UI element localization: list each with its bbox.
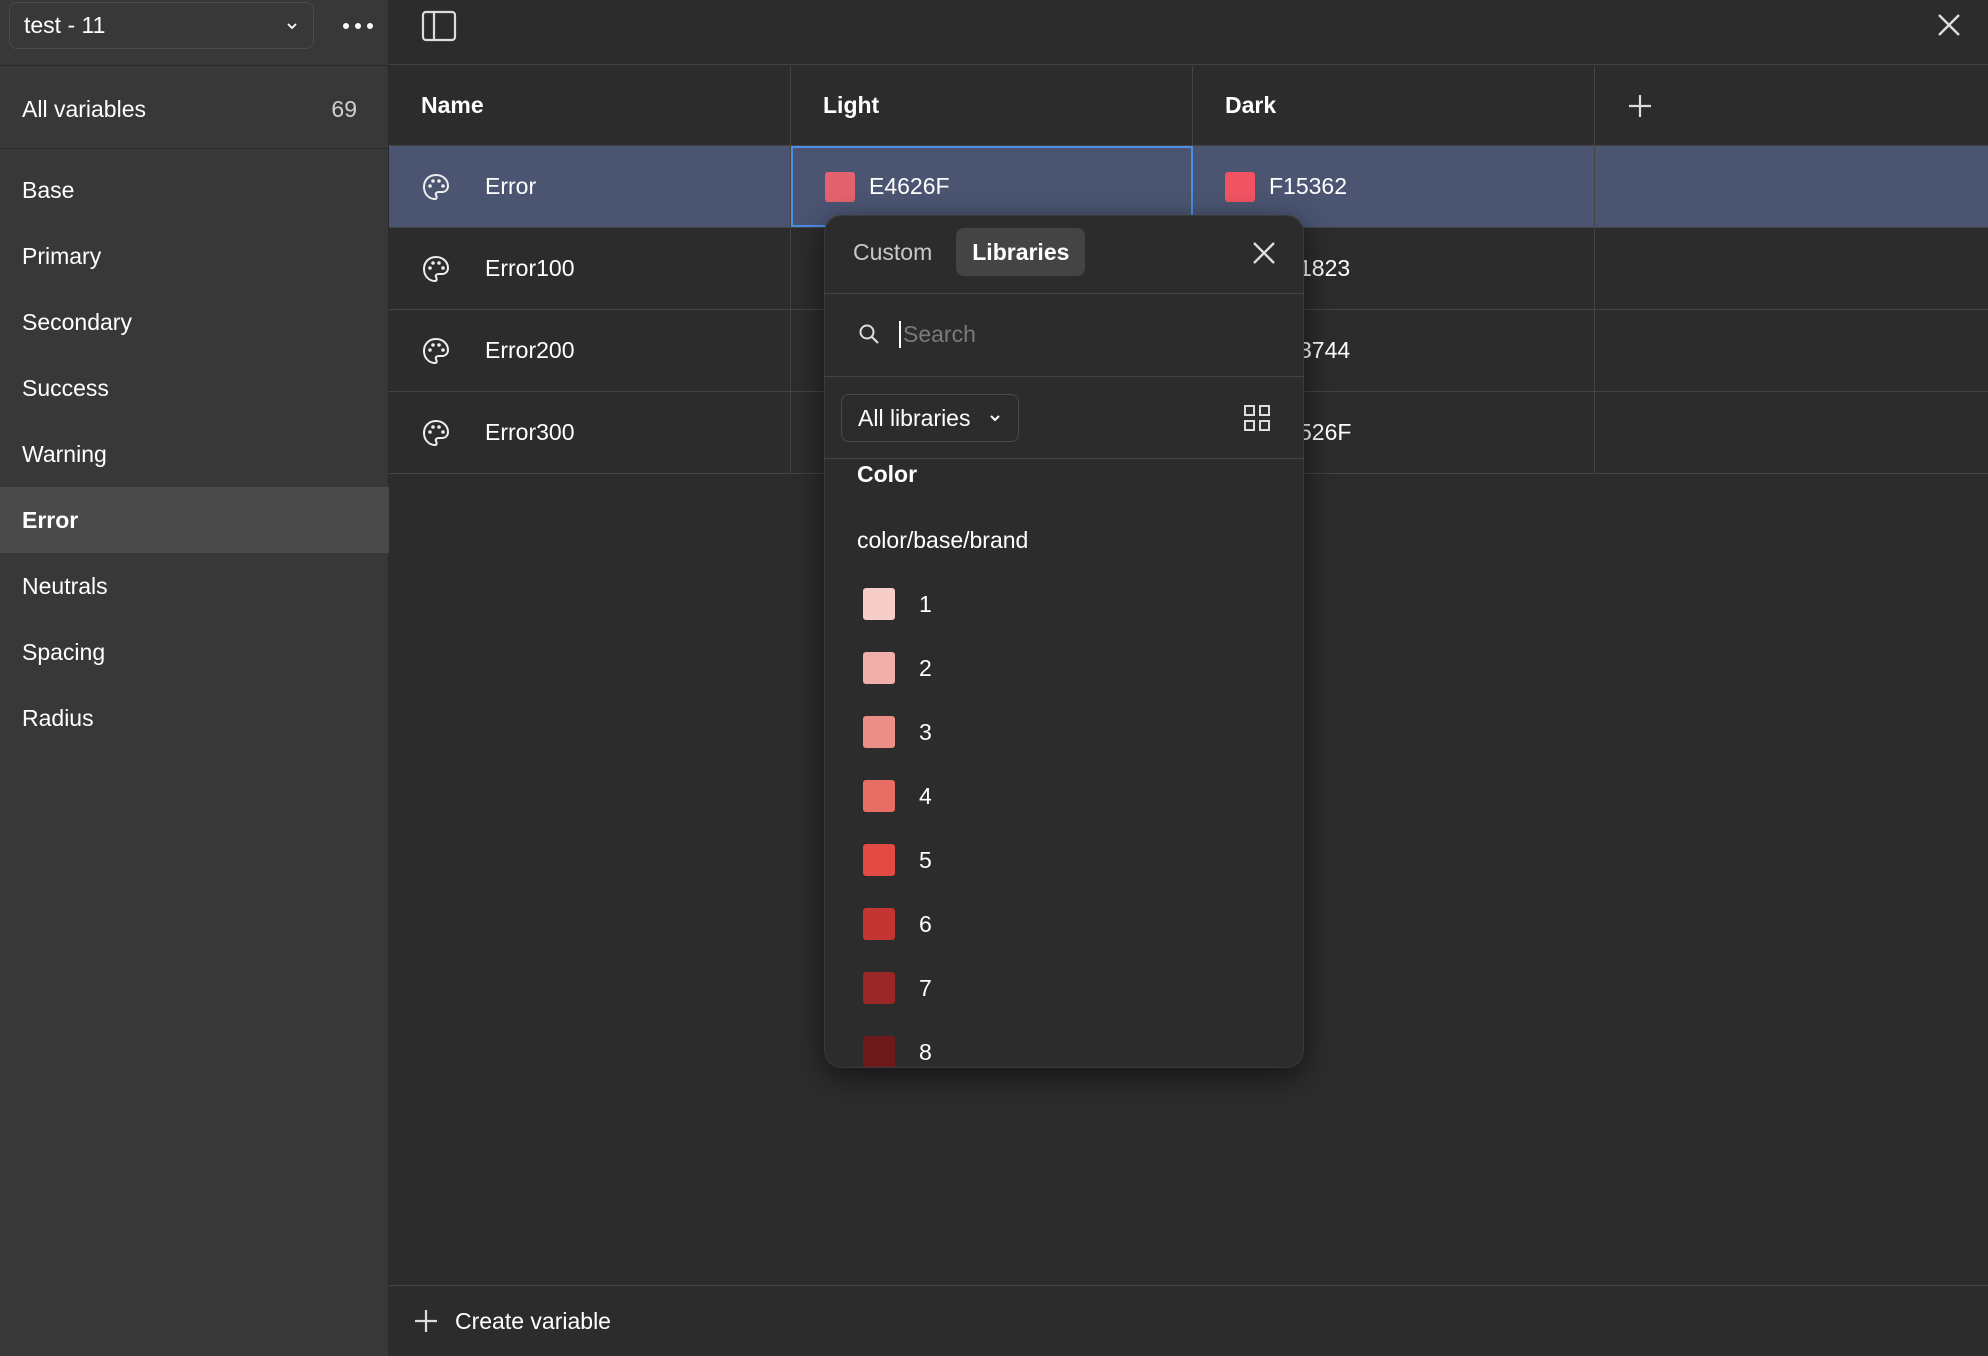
sidebar-item-primary[interactable]: Primary <box>0 223 389 289</box>
all-variables-item[interactable]: All variables 69 <box>0 84 389 134</box>
plus-icon <box>1629 94 1651 117</box>
search-bar <box>857 312 1277 356</box>
color-option[interactable]: 6 <box>825 892 1303 956</box>
all-variables-label: All variables <box>22 95 146 122</box>
sidebar-item-spacing[interactable]: Spacing <box>0 619 389 685</box>
color-list: Color color/base/brand 1 2 3 4 5 6 7 8 <box>825 458 1303 1067</box>
divider <box>0 148 389 149</box>
variable-name: Error300 <box>485 419 575 445</box>
palette-icon <box>422 337 450 364</box>
library-filter-label: All libraries <box>858 404 971 431</box>
section-title: Color <box>857 460 918 487</box>
library-filter-dropdown[interactable]: All libraries <box>841 394 1020 442</box>
color-option-label: 8 <box>919 1038 932 1065</box>
color-option-label: 5 <box>919 846 932 873</box>
color-option[interactable]: 5 <box>825 828 1303 892</box>
empty-cell <box>1595 310 1988 391</box>
search-input[interactable] <box>899 320 1259 348</box>
color-picker-popover: Custom Libraries All libraries Color col… <box>824 215 1304 1068</box>
palette-icon <box>422 419 450 446</box>
group-list: Base Primary Secondary Success Warning Error N… <box>0 157 389 751</box>
tab-custom[interactable]: Custom <box>837 228 948 276</box>
sidebar-item-neutrals[interactable]: Neutrals <box>0 553 389 619</box>
more-icon <box>343 23 373 29</box>
search-icon <box>859 324 879 344</box>
chevron-down-icon <box>287 22 297 29</box>
color-option-label: 7 <box>919 974 932 1001</box>
collection-name: test - 11 <box>24 12 106 38</box>
palette-icon <box>422 255 450 282</box>
variable-name: Error100 <box>485 255 575 281</box>
close-icon[interactable] <box>1251 240 1277 266</box>
create-variable-button[interactable]: Create variable <box>389 1285 1988 1356</box>
close-icon[interactable] <box>1934 10 1964 40</box>
color-swatch <box>863 716 895 748</box>
dark-value: F15362 <box>1269 173 1348 199</box>
color-swatch <box>863 780 895 812</box>
tab-libraries[interactable]: Libraries <box>956 228 1086 276</box>
empty-cell <box>1595 228 1988 309</box>
name-cell[interactable]: Error200 <box>389 310 791 391</box>
grid-view-icon[interactable] <box>1243 404 1271 432</box>
add-mode-button[interactable] <box>1595 66 1988 145</box>
color-swatch <box>1225 171 1255 202</box>
color-swatch <box>863 908 895 940</box>
name-cell[interactable]: Error100 <box>389 228 791 309</box>
header-light[interactable]: Light <box>791 66 1193 145</box>
name-cell[interactable]: Error300 <box>389 392 791 473</box>
sidebar: test - 11 All variables 69 Base Primary Se… <box>0 0 389 1356</box>
header-name: Name <box>389 66 791 145</box>
dark-value: 3744 <box>1299 337 1351 363</box>
sidebar-item-success[interactable]: Success <box>0 355 389 421</box>
library-path: color/base/brand <box>857 526 1029 553</box>
table-header: Name Light Dark <box>389 66 1988 146</box>
sidebar-toggle-icon[interactable] <box>421 10 457 42</box>
all-variables-count: 69 <box>331 95 357 122</box>
color-items: 1 2 3 4 5 6 7 8 <box>825 572 1303 1067</box>
light-value: E4626F <box>869 173 950 199</box>
empty-cell <box>1595 146 1988 227</box>
color-option-label: 4 <box>919 782 932 809</box>
create-variable-label: Create variable <box>455 1307 611 1334</box>
divider <box>0 65 389 66</box>
color-option-label: 3 <box>919 718 932 745</box>
color-option-label: 6 <box>919 910 932 937</box>
name-cell[interactable]: Error <box>389 146 791 227</box>
more-options-button[interactable] <box>336 10 380 42</box>
sidebar-item-error[interactable]: Error <box>0 487 389 553</box>
color-swatch <box>863 972 895 1004</box>
color-option-label: 2 <box>919 654 932 681</box>
sidebar-item-base[interactable]: Base <box>0 157 389 223</box>
divider <box>825 293 1303 294</box>
color-swatch <box>863 844 895 876</box>
color-option[interactable]: 7 <box>825 956 1303 1020</box>
color-option-label: 1 <box>919 590 932 617</box>
collection-dropdown[interactable]: test - 11 <box>9 2 314 49</box>
plus-icon <box>415 1310 437 1332</box>
sidebar-item-secondary[interactable]: Secondary <box>0 289 389 355</box>
sidebar-item-warning[interactable]: Warning <box>0 421 389 487</box>
color-option[interactable]: 2 <box>825 636 1303 700</box>
sidebar-item-radius[interactable]: Radius <box>0 685 389 751</box>
divider <box>825 376 1303 377</box>
palette-icon <box>422 173 450 200</box>
color-swatch <box>863 588 895 620</box>
color-option[interactable]: 3 <box>825 700 1303 764</box>
variable-name: Error <box>485 173 537 199</box>
color-option[interactable]: 8 <box>825 1020 1303 1067</box>
color-swatch <box>825 171 855 202</box>
topbar <box>389 0 1988 65</box>
popover-tabs: Custom Libraries <box>837 228 1086 276</box>
chevron-down-icon <box>990 415 1001 422</box>
color-swatch <box>863 1036 895 1067</box>
dark-value: 526F <box>1299 419 1352 445</box>
color-option[interactable]: 1 <box>825 572 1303 636</box>
empty-cell <box>1595 392 1988 473</box>
header-dark[interactable]: Dark <box>1193 66 1595 145</box>
variable-name: Error200 <box>485 337 575 363</box>
color-swatch <box>863 652 895 684</box>
dark-value: 1823 <box>1299 255 1351 281</box>
color-option[interactable]: 4 <box>825 764 1303 828</box>
